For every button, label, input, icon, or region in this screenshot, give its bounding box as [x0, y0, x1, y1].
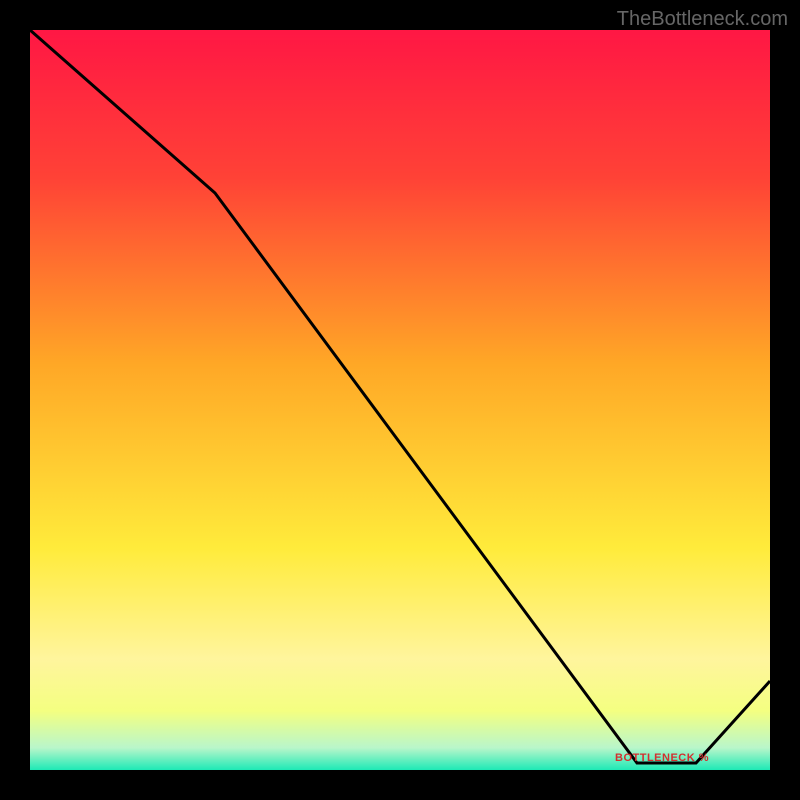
chart-container: BOTTLENECK % — [30, 30, 770, 770]
watermark-text: TheBottleneck.com — [617, 8, 788, 31]
series-label: BOTTLENECK % — [615, 752, 709, 764]
plot-area: BOTTLENECK % — [30, 30, 770, 770]
gradient-background — [30, 30, 770, 770]
